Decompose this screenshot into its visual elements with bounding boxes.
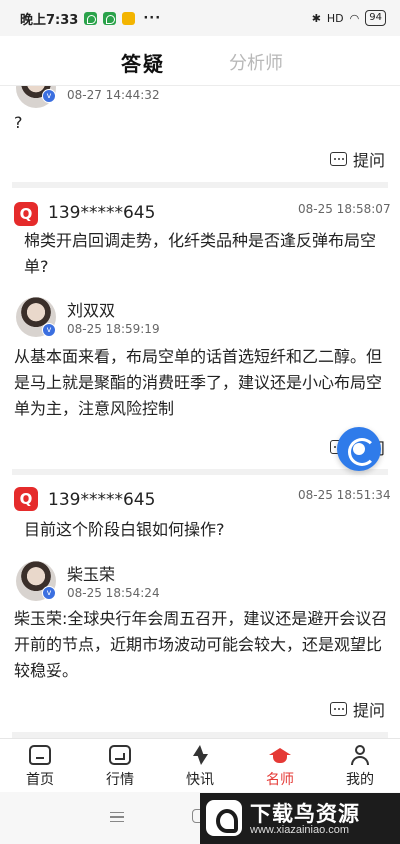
analyst-name[interactable]: 柴玉荣 <box>67 561 115 585</box>
answer-time: 08-27 14:44:32 <box>67 88 160 102</box>
question-text: 目前这个阶段白银如何操作? <box>24 520 225 539</box>
divider <box>12 469 388 475</box>
answer-text: 柴玉荣:全球央行年会周五召开，建议还是避开会议召开前的节点，近期市场波动可能会较… <box>14 609 388 680</box>
bluetooth-icon: ✱ <box>311 11 321 25</box>
verified-icon: v <box>42 89 56 103</box>
tab-qa[interactable]: 答疑 <box>121 48 165 77</box>
answer-text: ? <box>14 113 23 132</box>
status-bar: 晚上7:33 ··· ✱ HD ◠ 94 <box>0 0 400 36</box>
asker-id: 139*****645 <box>48 203 156 223</box>
verified-icon: v <box>42 586 56 600</box>
nav-label: 名师 <box>266 772 294 788</box>
answer-time: 08-25 18:59:19 <box>67 322 160 336</box>
watermark-url: www.xiazainiao.com <box>250 824 350 836</box>
flash-icon <box>189 745 211 765</box>
ask-button[interactable]: 提问 <box>330 147 385 171</box>
tab-analyst[interactable]: 分析师 <box>229 49 283 75</box>
nav-label: 我的 <box>346 772 374 788</box>
more-notifications-icon: ··· <box>143 10 162 26</box>
question-badge-icon: Q <box>14 487 38 511</box>
watermark: 下载鸟资源 www.xiazainiao.com <box>200 793 400 844</box>
menu-icon[interactable] <box>110 812 124 822</box>
home-icon <box>29 745 51 765</box>
question-badge-icon: Q <box>14 202 38 226</box>
security-app-icon <box>103 11 117 25</box>
nav-label: 快讯 <box>186 772 214 788</box>
message-app-icon <box>122 11 136 25</box>
chat-icon <box>330 152 347 166</box>
watermark-logo-icon <box>206 800 242 836</box>
user-icon <box>349 745 371 765</box>
signal-icon: HD <box>326 11 344 25</box>
nav-label: 首页 <box>26 772 54 788</box>
battery-icon: 94 <box>365 10 386 26</box>
market-icon <box>109 745 131 765</box>
bottom-nav: 首页 行情 快讯 名师 我的 <box>0 738 400 792</box>
answer-time: 08-25 18:54:24 <box>67 586 160 600</box>
nav-teachers[interactable]: 名师 <box>240 739 320 792</box>
wifi-icon: ◠ <box>349 11 360 25</box>
customer-service-button[interactable] <box>337 427 381 471</box>
ask-label: 提问 <box>353 701 386 720</box>
graduation-cap-icon <box>269 745 291 765</box>
shield-app-icon <box>84 11 98 25</box>
nav-home[interactable]: 首页 <box>0 739 80 792</box>
nav-flash[interactable]: 快讯 <box>160 739 240 792</box>
top-tab-bar: 答疑 分析师 <box>0 36 400 86</box>
nav-label: 行情 <box>106 772 134 788</box>
ask-button[interactable]: 提问 <box>330 697 385 721</box>
question-time: 08-25 18:51:34 <box>298 488 391 502</box>
verified-icon: v <box>42 323 56 337</box>
question-text: 棉类开启回调走势，化纤类品种是否逢反弹布局空单? <box>24 231 377 276</box>
nav-mine[interactable]: 我的 <box>320 739 400 792</box>
nav-market[interactable]: 行情 <box>80 739 160 792</box>
asker-id: 139*****645 <box>48 490 156 510</box>
divider <box>12 182 388 188</box>
question-time: 08-25 18:58:07 <box>298 202 391 216</box>
analyst-name[interactable]: 刘双双 <box>67 297 115 321</box>
chat-icon <box>330 702 347 716</box>
ask-label: 提问 <box>353 151 386 170</box>
status-time: 晚上7:33 <box>20 12 79 28</box>
answer-text: 从基本面来看，布局空单的话首选短纤和乙二醇。但是马上就是聚酯的消费旺季了，建议还… <box>14 347 383 418</box>
qa-feed[interactable]: v 08-27 14:44:32 ? 提问 Q 139*****645 08-2… <box>0 86 400 738</box>
